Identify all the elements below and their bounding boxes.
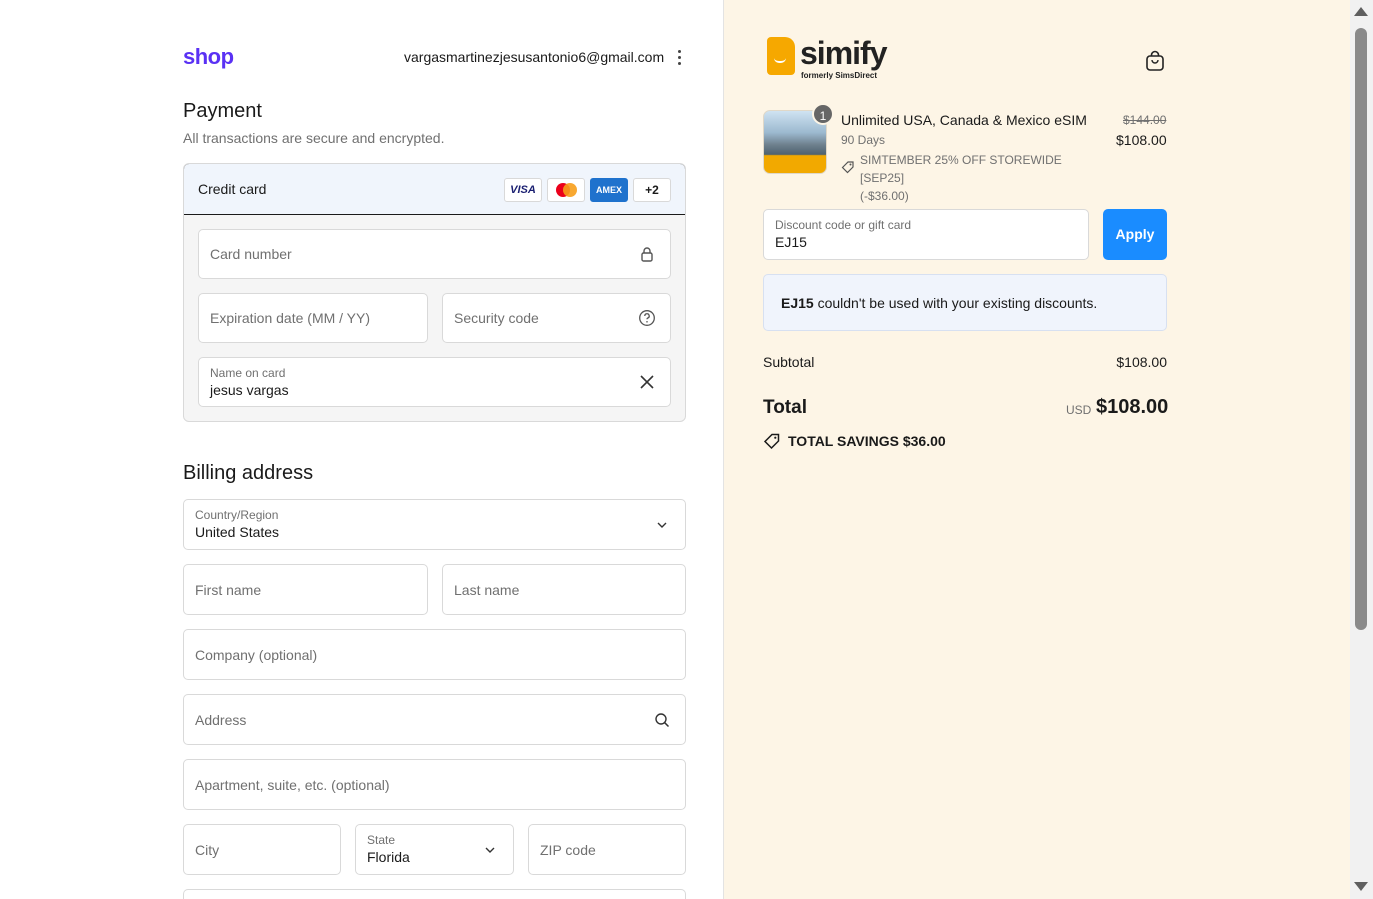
expiration-placeholder: Expiration date (MM / YY) xyxy=(210,310,371,326)
simify-logo-mark xyxy=(767,37,795,75)
total-value: $108.00 xyxy=(1096,396,1169,418)
name-on-card-label: Name on card xyxy=(210,366,286,380)
checkout-main: shop vargasmartinezjesusantonio6@gmail.c… xyxy=(0,0,724,899)
product-variant: 90 Days xyxy=(841,133,886,147)
search-icon xyxy=(655,712,670,727)
discount-code-label: Discount code or gift card xyxy=(775,218,912,232)
credit-card-option[interactable]: Credit card VISA AMEX +2 xyxy=(184,164,685,215)
first-name-placeholder: First name xyxy=(195,581,262,598)
clear-icon[interactable] xyxy=(638,373,656,391)
city-placeholder: City xyxy=(195,841,220,858)
simify-tagline: formerly SimsDirect xyxy=(801,71,878,80)
quantity-badge: 1 xyxy=(812,103,834,125)
discount-error-message: couldn't be used with your existing disc… xyxy=(813,295,1098,311)
subtotal-value: $108.00 xyxy=(1116,354,1167,370)
discount-error-text: EJ15 couldn't be used with your existing… xyxy=(781,295,1097,311)
total-currency: USD xyxy=(1066,403,1092,417)
discount-error-code: EJ15 xyxy=(781,295,814,311)
city-field[interactable]: City xyxy=(183,824,341,875)
state-select[interactable]: State Florida xyxy=(355,824,514,875)
total-savings: TOTAL SAVINGS $36.00 xyxy=(788,433,946,449)
zip-placeholder: ZIP code xyxy=(540,841,596,858)
shop-logo[interactable]: shop xyxy=(183,44,234,70)
zip-field[interactable]: ZIP code xyxy=(528,824,686,875)
more-cards-badge[interactable]: +2 xyxy=(633,178,671,202)
account-menu-icon[interactable] xyxy=(674,50,684,66)
discount-code-field[interactable]: Discount code or gift card EJ15 xyxy=(763,209,1089,260)
apply-button[interactable]: Apply xyxy=(1103,209,1167,260)
country-label: Country/Region xyxy=(195,508,279,522)
payment-title: Payment xyxy=(183,100,262,122)
mastercard-icon xyxy=(547,178,585,202)
phone-field[interactable] xyxy=(183,889,686,899)
billing-title: Billing address xyxy=(183,462,314,484)
product-discount-amount: (-$36.00) xyxy=(860,189,909,203)
amex-icon: AMEX xyxy=(590,178,628,202)
discount-error-notice: EJ15 couldn't be used with your existing… xyxy=(763,274,1167,331)
account-email: vargasmartinezjesusantonio6@gmail.com xyxy=(404,49,665,65)
country-select[interactable]: Country/Region United States xyxy=(183,499,686,550)
card-number-placeholder: Card number xyxy=(210,246,292,262)
product-price: $108.00 xyxy=(1116,132,1167,148)
state-value: Florida xyxy=(367,849,410,865)
savings-tag-icon xyxy=(763,433,780,450)
page-scrollbar[interactable] xyxy=(1350,0,1373,899)
apartment-placeholder: Apartment, suite, etc. (optional) xyxy=(195,776,390,793)
simify-logo-text: simify xyxy=(800,35,887,71)
product-discount: SIMTEMBER 25% OFF STOREWIDE [SEP25] (-$3… xyxy=(860,151,1100,205)
scroll-up-icon[interactable] xyxy=(1354,7,1368,16)
subtotal-label: Subtotal xyxy=(763,354,815,370)
card-number-field[interactable]: Card number xyxy=(198,229,671,279)
total-label: Total xyxy=(763,397,807,418)
security-code-placeholder: Security code xyxy=(454,310,539,326)
scroll-down-icon[interactable] xyxy=(1354,882,1368,891)
company-placeholder: Company (optional) xyxy=(195,646,318,663)
scrollbar-thumb[interactable] xyxy=(1355,28,1367,630)
country-value: United States xyxy=(195,524,280,540)
discount-tag-icon xyxy=(841,161,854,174)
name-on-card-field[interactable]: Name on card jesus vargas xyxy=(198,357,671,407)
address-placeholder: Address xyxy=(195,711,247,728)
company-field[interactable]: Company (optional) xyxy=(183,629,686,680)
last-name-field[interactable]: Last name xyxy=(442,564,686,615)
chevron-down-icon xyxy=(657,522,667,528)
last-name-placeholder: Last name xyxy=(454,581,520,598)
expiration-date-field[interactable]: Expiration date (MM / YY) xyxy=(198,293,428,343)
shopping-bag-icon[interactable] xyxy=(1145,50,1165,72)
address-field[interactable]: Address xyxy=(183,694,686,745)
apartment-field[interactable]: Apartment, suite, etc. (optional) xyxy=(183,759,686,810)
credit-card-label: Credit card xyxy=(198,181,267,197)
first-name-field[interactable]: First name xyxy=(183,564,428,615)
state-label: State xyxy=(367,833,396,847)
original-price: $144.00 xyxy=(1123,113,1167,127)
help-icon[interactable] xyxy=(638,309,656,327)
product-name: Unlimited USA, Canada & Mexico eSIM xyxy=(841,112,1087,128)
chevron-down-icon xyxy=(485,847,495,853)
visa-icon: VISA xyxy=(504,178,542,202)
payment-subtitle: All transactions are secure and encrypte… xyxy=(183,130,445,146)
credit-card-section: Credit card VISA AMEX +2 Card number Exp… xyxy=(183,163,686,422)
product-discount-code: SIMTEMBER 25% OFF STOREWIDE [SEP25] xyxy=(860,153,1062,185)
discount-code-value: EJ15 xyxy=(775,234,807,250)
simify-logo[interactable]: simify formerly SimsDirect xyxy=(767,35,907,83)
security-code-field[interactable]: Security code xyxy=(442,293,671,343)
name-on-card-value: jesus vargas xyxy=(210,382,289,398)
lock-icon xyxy=(641,247,653,262)
